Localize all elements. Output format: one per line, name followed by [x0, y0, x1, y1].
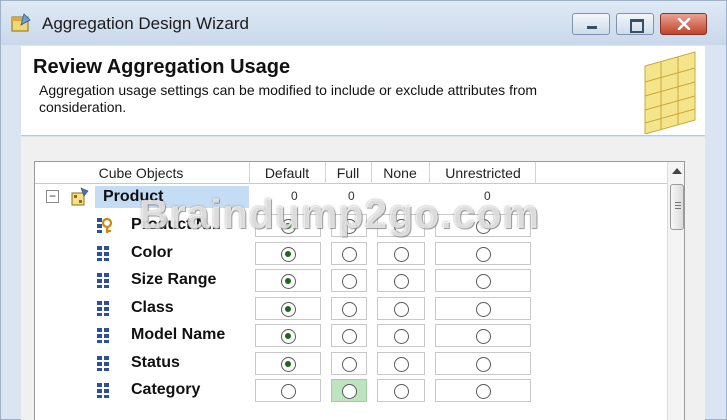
usage-cell-full[interactable]	[331, 324, 367, 347]
radio-unrestricted[interactable]	[475, 274, 491, 289]
attribute-icon	[97, 383, 109, 398]
radio-none[interactable]	[393, 274, 409, 289]
usage-cell-default[interactable]	[255, 296, 321, 320]
attribute-row[interactable]: Color	[35, 240, 667, 267]
wizard-icon	[11, 13, 31, 32]
attribute-row[interactable]: Status	[35, 350, 667, 377]
radio-default[interactable]	[280, 384, 296, 399]
attribute-label[interactable]: Color	[131, 244, 173, 262]
radio-default[interactable]	[280, 246, 296, 262]
attribute-icon	[97, 300, 109, 316]
dimension-icon	[71, 187, 89, 206]
radio-full[interactable]	[341, 246, 357, 262]
attribute-row[interactable]: Model Name	[35, 322, 667, 349]
usage-cell-none[interactable]	[377, 324, 425, 347]
usage-cell-unrestricted[interactable]	[435, 351, 531, 375]
usage-cell-unrestricted[interactable]	[435, 296, 531, 320]
attribute-row[interactable]: Category	[35, 377, 667, 404]
attribute-icon	[97, 355, 109, 371]
usage-cell-full[interactable]	[331, 241, 367, 265]
usage-cell-unrestricted[interactable]	[435, 324, 531, 347]
column-header-unrestricted[interactable]: Unrestricted	[433, 165, 533, 181]
radio-default[interactable]	[280, 301, 296, 317]
radio-none[interactable]	[393, 329, 409, 344]
column-header-full[interactable]: Full	[327, 165, 369, 181]
radio-full[interactable]	[341, 356, 357, 372]
page-description: Aggregation usage settings can be modifi…	[39, 82, 538, 115]
attribute-icon	[97, 328, 109, 343]
page-title: Review Aggregation Usage	[33, 56, 291, 78]
aggregation-design-wizard-window: Aggregation Design Wizard Review Aggrega…	[0, 0, 727, 420]
usage-cell-full[interactable]	[331, 379, 367, 402]
attribute-label[interactable]: Size Range	[131, 271, 216, 289]
scroll-up-arrow-icon[interactable]	[672, 168, 682, 174]
radio-default[interactable]	[280, 356, 296, 372]
column-header-default[interactable]: Default	[251, 165, 323, 181]
radio-unrestricted[interactable]	[475, 329, 491, 344]
vertical-scrollbar[interactable]	[667, 162, 684, 420]
table-graphic-icon	[644, 51, 696, 134]
radio-none[interactable]	[393, 356, 409, 372]
wizard-content: Cube Objects Default Full None Unrestric…	[21, 137, 705, 420]
attribute-icon	[97, 273, 109, 288]
radio-full[interactable]	[341, 274, 357, 289]
usage-cell-unrestricted[interactable]	[435, 241, 531, 265]
usage-cell-none[interactable]	[377, 351, 425, 375]
radio-full[interactable]	[341, 384, 357, 399]
usage-cell-none[interactable]	[377, 269, 425, 292]
radio-full[interactable]	[341, 329, 357, 344]
maximize-button[interactable]	[616, 13, 654, 35]
attribute-label[interactable]: Status	[131, 354, 180, 372]
close-button[interactable]	[660, 13, 707, 35]
radio-default[interactable]	[280, 274, 296, 289]
grip-icon	[675, 202, 681, 203]
wizard-header: Review Aggregation Usage Aggregation usa…	[21, 46, 705, 136]
usage-cell-full[interactable]	[331, 269, 367, 292]
usage-cell-full[interactable]	[331, 351, 367, 375]
scroll-thumb[interactable]	[670, 184, 684, 230]
radio-full[interactable]	[341, 301, 357, 317]
title-bar[interactable]: Aggregation Design Wizard	[1, 1, 726, 45]
watermark: Braindump2go.com	[139, 191, 540, 237]
attribute-row[interactable]: Class	[35, 295, 667, 322]
radio-none[interactable]	[393, 246, 409, 262]
grid-header: Cube Objects Default Full None Unrestric…	[35, 162, 667, 184]
usage-cell-default[interactable]	[255, 324, 321, 347]
key-attribute-icon	[97, 217, 112, 233]
usage-cell-none[interactable]	[377, 296, 425, 320]
attribute-label[interactable]: Category	[131, 381, 200, 399]
usage-cell-default[interactable]	[255, 269, 321, 292]
attribute-row[interactable]: Size Range	[35, 267, 667, 294]
close-icon	[677, 18, 691, 30]
window-title: Aggregation Design Wizard	[42, 14, 249, 33]
usage-cell-default[interactable]	[255, 241, 321, 265]
minimize-button[interactable]	[572, 13, 610, 35]
radio-unrestricted[interactable]	[475, 301, 491, 317]
attribute-icon	[97, 245, 109, 261]
radio-none[interactable]	[393, 301, 409, 317]
column-header-cube-objects[interactable]: Cube Objects	[91, 165, 191, 181]
radio-unrestricted[interactable]	[475, 356, 491, 372]
usage-cell-default[interactable]	[255, 351, 321, 375]
radio-unrestricted[interactable]	[475, 384, 491, 399]
usage-cell-unrestricted[interactable]	[435, 269, 531, 292]
usage-cell-full[interactable]	[331, 296, 367, 320]
radio-default[interactable]	[280, 329, 296, 344]
column-header-none[interactable]: None	[373, 165, 427, 181]
radio-none[interactable]	[393, 384, 409, 399]
collapse-toggle[interactable]: −	[46, 190, 59, 203]
radio-unrestricted[interactable]	[475, 246, 491, 262]
attribute-label[interactable]: Class	[131, 299, 174, 317]
usage-cell-none[interactable]	[377, 241, 425, 265]
usage-cell-unrestricted[interactable]	[435, 379, 531, 402]
usage-cell-none[interactable]	[377, 379, 425, 402]
usage-cell-default[interactable]	[255, 379, 321, 402]
attribute-label[interactable]: Model Name	[131, 326, 225, 344]
